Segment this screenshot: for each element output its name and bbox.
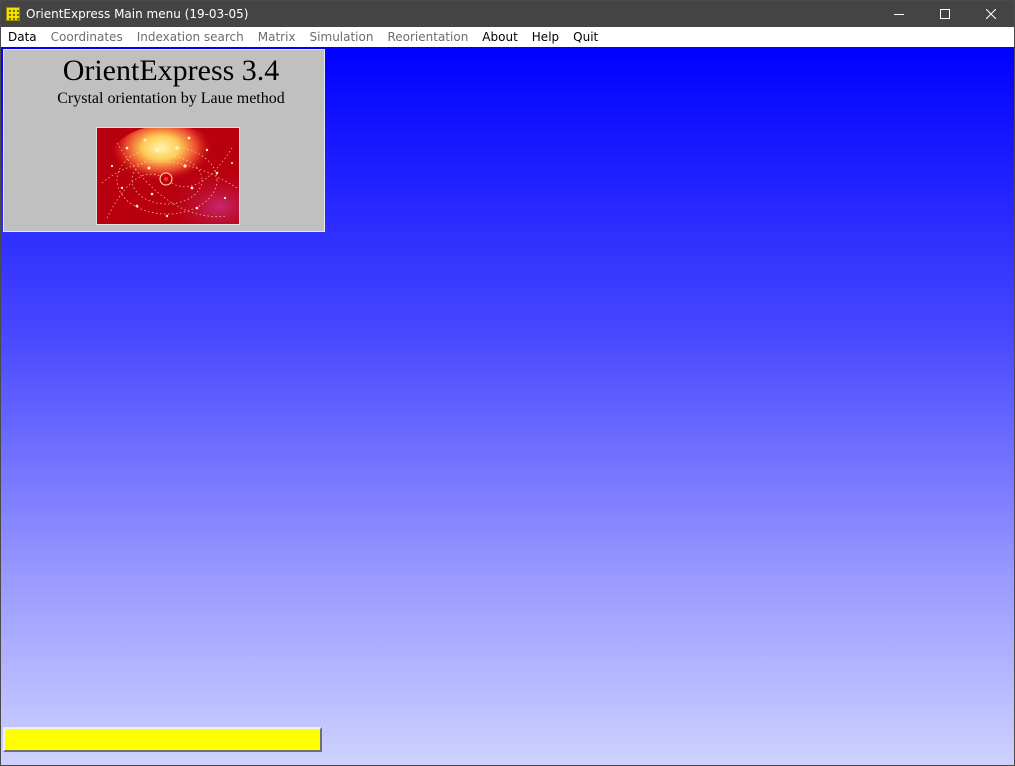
maximize-button[interactable] <box>922 1 968 27</box>
menu-help[interactable]: Help <box>525 27 566 47</box>
splash-panel: OrientExpress 3.4 Crystal orientation by… <box>3 49 325 232</box>
splash-subtitle: Crystal orientation by Laue method <box>57 90 285 107</box>
main-client-area: OrientExpress 3.4 Crystal orientation by… <box>1 47 1014 765</box>
menu-quit[interactable]: Quit <box>566 27 605 47</box>
splash-title: OrientExpress 3.4 <box>62 54 280 87</box>
app-icon <box>6 7 20 21</box>
menu-simulation[interactable]: Simulation <box>303 27 381 47</box>
window-controls <box>876 1 1014 27</box>
menu-reorientation[interactable]: Reorientation <box>380 27 475 47</box>
close-icon <box>986 9 996 19</box>
laue-diffraction-pattern-icon <box>97 128 239 224</box>
menu-matrix[interactable]: Matrix <box>251 27 303 47</box>
main-window: OrientExpress Main menu (19-03-05) Data <box>0 0 1015 766</box>
maximize-icon <box>940 9 950 19</box>
menu-coordinates[interactable]: Coordinates <box>44 27 130 47</box>
minimize-button[interactable] <box>876 1 922 27</box>
menu-about[interactable]: About <box>475 27 524 47</box>
close-button[interactable] <box>968 1 1014 27</box>
window-title: OrientExpress Main menu (19-03-05) <box>26 7 249 21</box>
minimize-icon <box>894 14 904 15</box>
menu-indexation-search[interactable]: Indexation search <box>130 27 251 47</box>
title-bar[interactable]: OrientExpress Main menu (19-03-05) <box>1 1 1014 27</box>
menu-bar: Data Coordinates Indexation search Matri… <box>1 27 1014 47</box>
laue-pattern-image <box>96 127 240 225</box>
status-bar <box>3 727 322 752</box>
menu-data[interactable]: Data <box>1 27 44 47</box>
